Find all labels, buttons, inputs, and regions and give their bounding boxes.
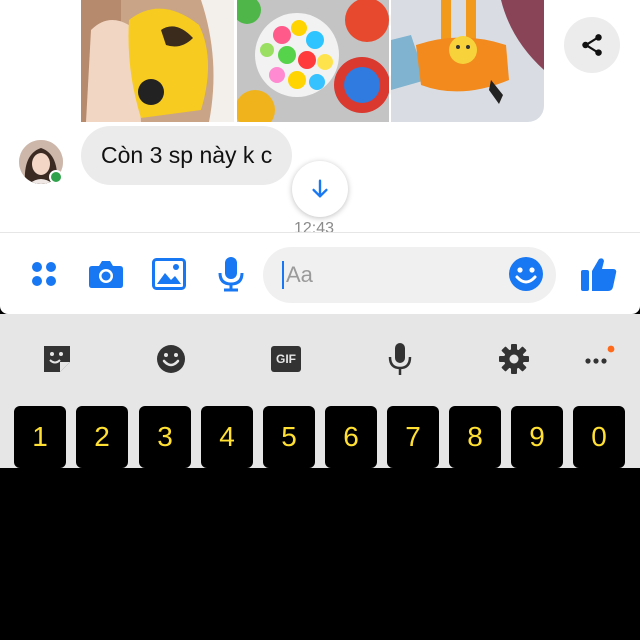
key-3[interactable]: 3 <box>139 406 191 468</box>
key-1[interactable]: 1 <box>14 406 66 468</box>
key-2[interactable]: 2 <box>76 406 128 468</box>
arrow-down-icon <box>312 179 328 198</box>
keyboard-settings-button[interactable] <box>496 342 532 376</box>
message-input-placeholder: Aa <box>286 262 313 287</box>
more-icon <box>585 345 615 364</box>
text-caret <box>282 261 284 289</box>
shared-photo-toy-balls[interactable] <box>237 0 389 122</box>
key-7[interactable]: 7 <box>387 406 439 468</box>
message-timestamp: 12:43 <box>294 220 335 232</box>
gallery-button[interactable] <box>150 255 188 293</box>
gif-button[interactable]: GIF <box>268 342 304 376</box>
message-composer: Aa <box>0 232 640 314</box>
apps-button[interactable] <box>25 255 63 293</box>
emoji-icon <box>157 345 185 373</box>
like-button[interactable] <box>580 255 618 293</box>
share-button[interactable] <box>564 17 620 73</box>
key-8[interactable]: 8 <box>449 406 501 468</box>
voice-input-button[interactable] <box>382 342 418 376</box>
key-5[interactable]: 5 <box>263 406 315 468</box>
camera-icon <box>89 261 123 288</box>
shared-photo-orange-seat[interactable] <box>391 0 544 122</box>
message-bubble: Còn 3 sp này k c <box>81 126 293 185</box>
sticker-button[interactable] <box>39 342 75 376</box>
message-input[interactable]: Aa <box>263 247 556 303</box>
emoji-button[interactable] <box>508 256 546 294</box>
microphone-icon <box>388 343 412 375</box>
settings-icon <box>499 344 529 374</box>
voice-button[interactable] <box>212 255 250 293</box>
emoji-keyboard-button[interactable] <box>153 342 189 376</box>
gif-icon: GIF <box>271 346 301 372</box>
thumbs-up-icon <box>581 258 617 291</box>
sticker-icon <box>44 346 70 372</box>
letterbox-area <box>0 468 640 640</box>
keyboard: GIF 1 2 3 4 5 6 7 8 9 0 <box>0 314 640 468</box>
emoji-icon <box>509 257 543 291</box>
scroll-to-bottom-button[interactable] <box>292 161 348 217</box>
more-options-button[interactable] <box>580 342 616 376</box>
key-0[interactable]: 0 <box>573 406 625 468</box>
key-9[interactable]: 9 <box>511 406 563 468</box>
image-icon <box>152 258 186 290</box>
online-status-dot <box>49 170 63 184</box>
chat-area: Còn 3 sp này k c 12:43 <box>0 0 640 232</box>
microphone-icon <box>218 257 244 292</box>
share-icon <box>582 34 602 56</box>
shared-photo-yellow-bag[interactable] <box>81 0 234 122</box>
camera-button[interactable] <box>87 255 125 293</box>
key-4[interactable]: 4 <box>201 406 253 468</box>
apps-icon <box>32 262 56 286</box>
gif-label: GIF <box>276 352 296 366</box>
key-6[interactable]: 6 <box>325 406 377 468</box>
